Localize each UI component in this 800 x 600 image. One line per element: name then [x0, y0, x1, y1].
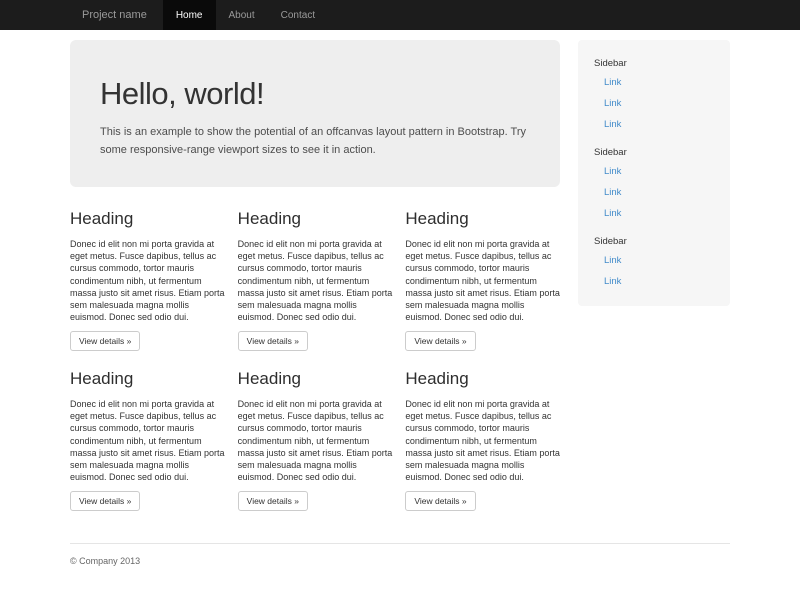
sidebar-link[interactable]: Link	[594, 182, 714, 203]
view-details-button[interactable]: View details »	[405, 331, 475, 351]
jumbotron: Hello, world! This is an example to show…	[70, 40, 560, 187]
card-body: Donec id elit non mi porta gravida at eg…	[238, 238, 393, 323]
page-title: Hello, world!	[100, 76, 530, 112]
navbar-inner: Project name Home About Contact	[70, 0, 730, 30]
sidebar-link[interactable]: Link	[594, 72, 714, 93]
card: Heading Donec id elit non mi porta gravi…	[405, 369, 560, 511]
sidebar-link[interactable]: Link	[594, 271, 714, 292]
sidebar-link[interactable]: Link	[594, 114, 714, 135]
card-heading: Heading	[405, 209, 560, 229]
card: Heading Donec id elit non mi porta gravi…	[405, 209, 560, 351]
navbar: Project name Home About Contact	[0, 0, 800, 30]
sidebar-group: Sidebar Link Link Link	[594, 147, 714, 224]
nav-item-contact[interactable]: Contact	[268, 0, 328, 30]
card: Heading Donec id elit non mi porta gravi…	[70, 369, 225, 511]
sidebar-link[interactable]: Link	[594, 93, 714, 114]
main-column: Hello, world! This is an example to show…	[70, 40, 560, 529]
sidebar-heading: Sidebar	[594, 236, 714, 247]
nav-item-about[interactable]: About	[216, 0, 268, 30]
card-body: Donec id elit non mi porta gravida at eg…	[238, 398, 393, 483]
view-details-button[interactable]: View details »	[70, 331, 140, 351]
sidebar-link[interactable]: Link	[594, 250, 714, 271]
view-details-button[interactable]: View details »	[238, 491, 308, 511]
card-body: Donec id elit non mi porta gravida at eg…	[70, 398, 225, 483]
card: Heading Donec id elit non mi porta gravi…	[238, 209, 393, 351]
card-heading: Heading	[405, 369, 560, 389]
card-heading: Heading	[70, 369, 225, 389]
copyright-text: © Company 2013	[70, 556, 730, 596]
view-details-button[interactable]: View details »	[70, 491, 140, 511]
sidebar-column: Sidebar Link Link Link Sidebar Link Link…	[578, 40, 730, 306]
footer-divider	[70, 543, 730, 544]
view-details-button[interactable]: View details »	[238, 331, 308, 351]
sidebar-group: Sidebar Link Link	[594, 236, 714, 292]
card-body: Donec id elit non mi porta gravida at eg…	[405, 398, 560, 483]
card-body: Donec id elit non mi porta gravida at eg…	[70, 238, 225, 323]
page-container: Hello, world! This is an example to show…	[70, 40, 730, 596]
card-heading: Heading	[238, 209, 393, 229]
sidebar-group: Sidebar Link Link Link	[594, 58, 714, 135]
jumbotron-text: This is an example to show the potential…	[100, 124, 530, 159]
footer: © Company 2013	[70, 543, 730, 596]
content-row: Hello, world! This is an example to show…	[70, 40, 730, 529]
sidebar: Sidebar Link Link Link Sidebar Link Link…	[578, 40, 730, 306]
nav-item-home[interactable]: Home	[163, 0, 216, 30]
brand-link[interactable]: Project name	[70, 0, 163, 30]
card-heading: Heading	[238, 369, 393, 389]
card: Heading Donec id elit non mi porta gravi…	[70, 209, 225, 351]
card-heading: Heading	[70, 209, 225, 229]
sidebar-link[interactable]: Link	[594, 203, 714, 224]
sidebar-heading: Sidebar	[594, 58, 714, 69]
card: Heading Donec id elit non mi porta gravi…	[238, 369, 393, 511]
view-details-button[interactable]: View details »	[405, 491, 475, 511]
card-body: Donec id elit non mi porta gravida at eg…	[405, 238, 560, 323]
cards-row-1: Heading Donec id elit non mi porta gravi…	[70, 209, 560, 351]
cards-row-2: Heading Donec id elit non mi porta gravi…	[70, 369, 560, 511]
sidebar-link[interactable]: Link	[594, 161, 714, 182]
sidebar-heading: Sidebar	[594, 147, 714, 158]
